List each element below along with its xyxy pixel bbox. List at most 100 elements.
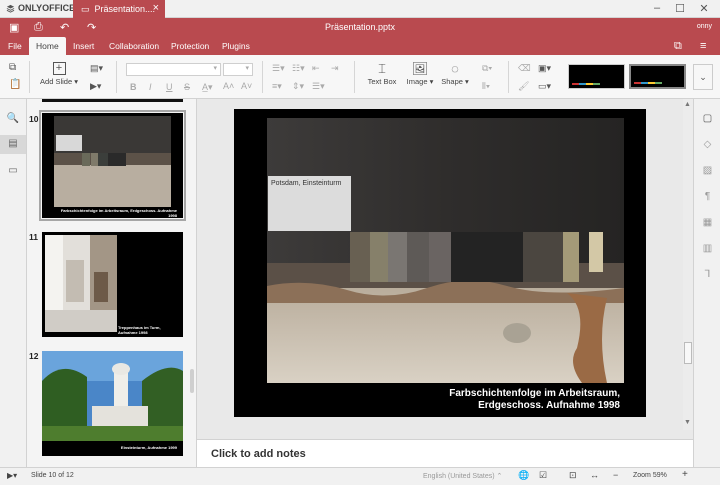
- current-slide[interactable]: Potsdam, Einsteinturm Farbschichtenfolge…: [234, 109, 646, 417]
- slide-caption[interactable]: Farbschichtenfolge im Arbeitsraum, Erdge…: [449, 388, 620, 412]
- italic-icon[interactable]: I: [149, 82, 152, 92]
- image-button[interactable]: 🖼 Image ▾: [404, 61, 436, 86]
- slide-counter: Slide 10 of 12: [31, 472, 74, 479]
- numbering-icon[interactable]: ☷▾: [292, 63, 305, 74]
- left-sidebar: 🔍 ▤ ▭: [0, 99, 27, 467]
- slide-layout-icon[interactable]: ▤▾: [90, 63, 103, 74]
- tab-protection[interactable]: Protection: [164, 37, 216, 55]
- brand-label: ONLYOFFICE: [18, 3, 76, 13]
- onlyoffice-logo-icon: [6, 4, 15, 13]
- set-language-icon[interactable]: 🌐: [518, 470, 529, 481]
- text-box-label: Text Box: [367, 77, 397, 86]
- home-toolbar: ⧉ 📋 + Add Slide ▾ ▤▾ ▶▾ ▾ ▾ B I U S A̲▾ …: [0, 55, 720, 99]
- ribbon-tabs: File Home Insert Collaboration Protectio…: [0, 37, 720, 55]
- text-art-settings-icon[interactable]: Ꞁ: [701, 269, 714, 280]
- arrange-icon[interactable]: ⧉▾: [482, 63, 492, 74]
- shape-icon: ◌: [451, 61, 459, 76]
- align-left-icon[interactable]: ≡▾: [272, 81, 282, 92]
- start-slideshow-icon[interactable]: ▶▾: [7, 471, 17, 480]
- close-tab-icon[interactable]: ×: [153, 2, 159, 14]
- image-icon: 🖼: [411, 61, 429, 76]
- scroll-down-icon[interactable]: ▼: [684, 419, 691, 426]
- slide-image[interactable]: Potsdam, Einsteinturm: [267, 118, 624, 383]
- chart-settings-icon[interactable]: ▥: [701, 243, 714, 254]
- theme-option-2[interactable]: [629, 64, 686, 89]
- shape-settings-icon[interactable]: ◇: [701, 139, 714, 150]
- open-location-icon[interactable]: ⧉: [674, 40, 682, 53]
- fit-width-icon[interactable]: ↔: [590, 470, 599, 480]
- shape-button[interactable]: ◌ Shape ▾: [439, 61, 471, 86]
- table-settings-icon[interactable]: ▦: [701, 217, 714, 228]
- scroll-thumb[interactable]: [684, 342, 692, 364]
- tab-plugins[interactable]: Plugins: [215, 37, 257, 55]
- presentation-icon: ▭: [81, 3, 90, 14]
- line-spacing-icon[interactable]: ☰▾: [312, 81, 325, 92]
- themes-more-icon[interactable]: ⌄: [693, 64, 713, 90]
- status-bar: ▶▾ Slide 10 of 12 English (United States…: [0, 467, 720, 485]
- slide-number-12: 12: [29, 351, 39, 361]
- right-settings-sidebar: ▢ ◇ ▨ ¶ ▦ ▥ Ꞁ: [693, 99, 720, 467]
- align-objects-icon[interactable]: ⫴▾: [482, 81, 490, 92]
- image-settings-icon[interactable]: ▨: [701, 165, 714, 176]
- language-selector[interactable]: English (United States) ⌃: [423, 472, 502, 480]
- maximize-icon[interactable]: ☐: [673, 2, 687, 15]
- slide-size-icon[interactable]: ▭▾: [538, 81, 551, 92]
- slide-number-10: 10: [29, 114, 39, 124]
- tab-home[interactable]: Home: [29, 37, 66, 55]
- notes-area[interactable]: Click to add notes: [197, 439, 693, 467]
- document-tab[interactable]: ▭ Präsentation.... ×: [73, 0, 165, 18]
- bold-icon[interactable]: B: [130, 82, 137, 92]
- minimize-icon[interactable]: –: [650, 2, 664, 14]
- search-icon[interactable]: 🔍: [6, 113, 20, 124]
- photo-label-card: Potsdam, Einsteinturm: [271, 180, 342, 187]
- slides-panel-icon[interactable]: ▤: [0, 135, 26, 154]
- font-color-icon[interactable]: A̲▾: [202, 82, 213, 93]
- theme-option-1[interactable]: [568, 64, 625, 89]
- zoom-out-icon[interactable]: −: [613, 470, 618, 480]
- font-name-select[interactable]: ▾: [126, 63, 221, 76]
- zoom-level: Zoom 59%: [633, 472, 667, 479]
- app-header: ▣ ⎙ ↶ ↷ Präsentation.pptx onny: [0, 18, 720, 37]
- underline-icon[interactable]: U: [166, 82, 173, 92]
- close-window-icon[interactable]: ✕: [697, 2, 711, 15]
- bullets-icon[interactable]: ☰▾: [272, 63, 285, 74]
- slide-thumbnail-10[interactable]: Farbschichtenfolge im Arbeitsraum, Erdge…: [39, 110, 186, 221]
- tab-file[interactable]: File: [1, 37, 29, 55]
- user-name[interactable]: onny: [697, 23, 712, 30]
- font-size-select[interactable]: ▾: [223, 63, 253, 76]
- color-scheme-icon[interactable]: ▣▾: [538, 63, 551, 74]
- text-box-button[interactable]: ⌶ Text Box: [366, 61, 398, 86]
- slide-thumbnails-panel: 10 Farbschichtenfolge im Arbeitsraum, Er…: [27, 99, 197, 467]
- window-title-bar: ONLYOFFICE ▭ Präsentation.... × – ☐ ✕: [0, 0, 720, 18]
- tab-collaboration[interactable]: Collaboration: [102, 37, 166, 55]
- increase-font-icon[interactable]: A˄: [223, 81, 234, 91]
- slide-thumbnail-11[interactable]: Treppenhaus im Turm, Aufnahme 1998: [42, 232, 183, 337]
- slide-11-photo: [45, 235, 117, 332]
- clear-style-icon[interactable]: ⌫: [518, 63, 531, 74]
- add-slide-button[interactable]: + Add Slide ▾: [40, 60, 78, 86]
- strikethrough-icon[interactable]: S: [184, 82, 190, 92]
- tab-insert[interactable]: Insert: [66, 37, 101, 55]
- scroll-up-icon[interactable]: ▲: [684, 101, 691, 108]
- decrease-indent-icon[interactable]: ⇤: [312, 63, 320, 74]
- zoom-in-icon[interactable]: +: [682, 469, 688, 480]
- slide-settings-icon[interactable]: ▢: [701, 113, 714, 124]
- paragraph-settings-icon[interactable]: ¶: [701, 191, 714, 202]
- vertical-align-icon[interactable]: ⇕▾: [292, 81, 304, 92]
- hamburger-menu-icon[interactable]: ≡: [700, 40, 706, 52]
- thumbnails-scrollbar[interactable]: [190, 369, 194, 393]
- image-label: Image: [406, 77, 428, 86]
- copy-icon[interactable]: ⧉: [9, 62, 16, 73]
- slide-show-icon[interactable]: ▶▾: [90, 81, 101, 92]
- fit-slide-icon[interactable]: ⊡: [569, 470, 577, 481]
- document-tab-title: Präsentation....: [94, 4, 156, 14]
- spell-check-icon[interactable]: ☑: [539, 470, 547, 481]
- slide-10-caption: Farbschichtenfolge im Arbeitsraum, Erdge…: [60, 208, 177, 218]
- paste-icon[interactable]: 📋: [9, 79, 21, 90]
- slide-thumbnail-12[interactable]: Einsteinturm, Aufnahme 1999: [42, 351, 183, 456]
- copy-style-icon[interactable]: 🖌: [518, 81, 529, 92]
- canvas-vertical-scrollbar[interactable]: ▲ ▼: [683, 99, 693, 430]
- comments-icon[interactable]: ▭: [6, 165, 20, 176]
- increase-indent-icon[interactable]: ⇥: [331, 63, 339, 74]
- decrease-font-icon[interactable]: A˅: [241, 81, 252, 91]
